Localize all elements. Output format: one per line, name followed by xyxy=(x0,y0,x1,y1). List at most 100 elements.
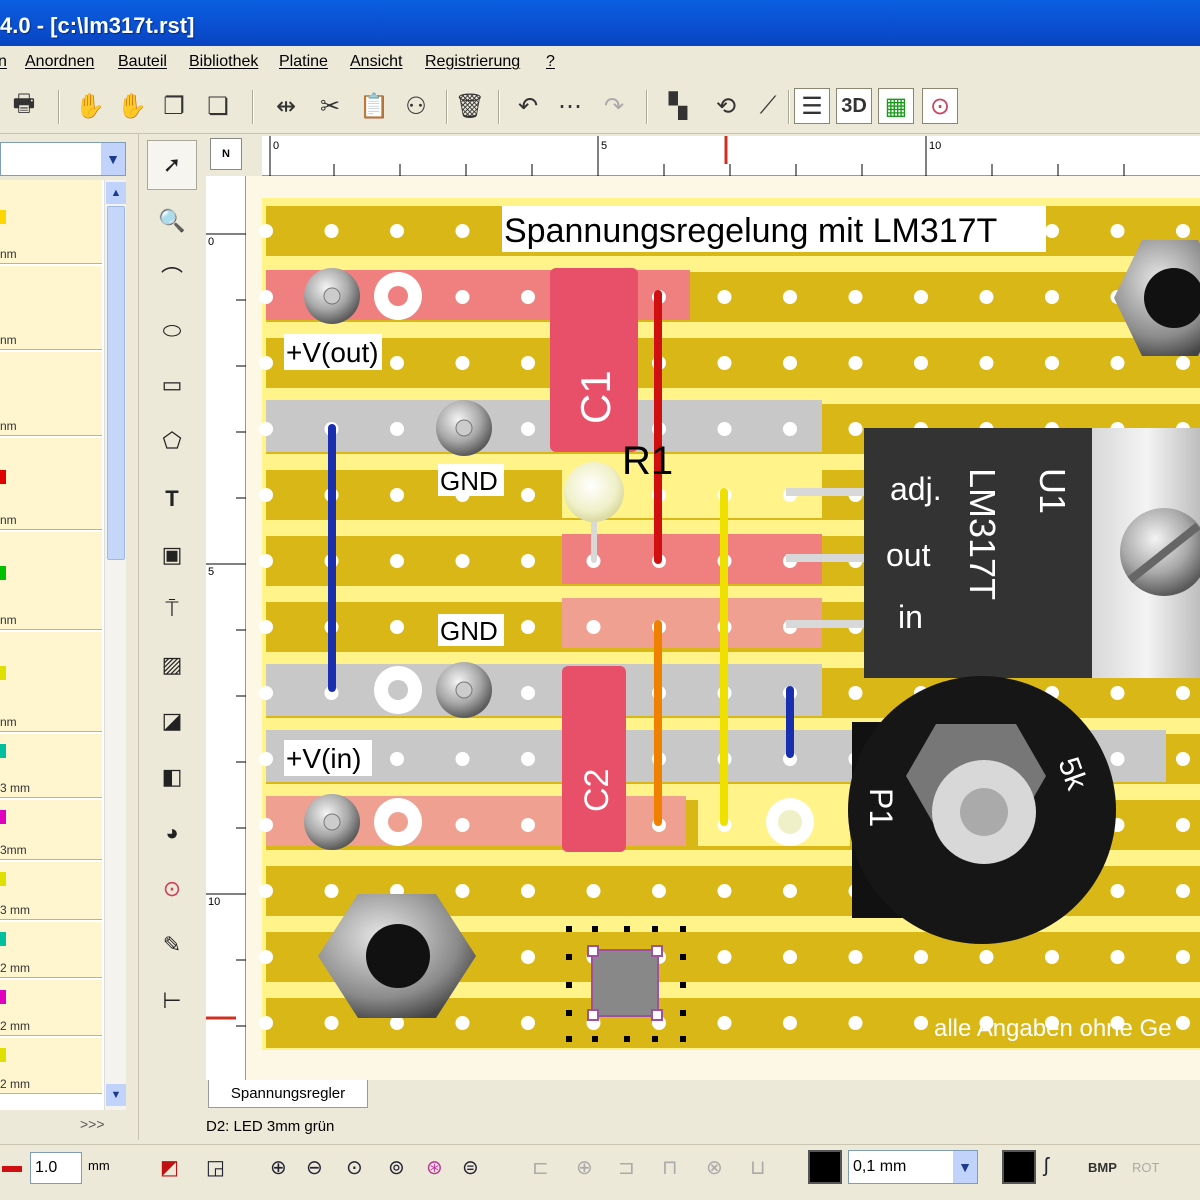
title-bar[interactable]: 4.0 - [c:\lm317t.rst] xyxy=(0,0,1200,46)
redo-icon[interactable]: ↷ xyxy=(596,88,632,124)
polygon-tool-icon[interactable]: ⬠ xyxy=(147,416,197,466)
grid-size-select[interactable]: 0,1 mm ▼ xyxy=(848,1150,978,1184)
undo-icon[interactable]: ↶ xyxy=(510,88,546,124)
zoom-selection-icon[interactable]: ⊚ xyxy=(388,1155,405,1180)
align-bottom-icon[interactable]: ⊔ xyxy=(750,1155,766,1180)
status-bar xyxy=(206,1112,1200,1144)
color-picker-1[interactable] xyxy=(808,1150,842,1184)
zoom-page-icon[interactable]: ⊛ xyxy=(426,1155,443,1180)
strip-hole xyxy=(717,950,732,964)
library-item[interactable]: nm xyxy=(0,438,102,530)
library-item[interactable]: 2 mm xyxy=(0,980,102,1036)
scroll-down-icon[interactable]: ▼ xyxy=(106,1084,126,1106)
north-button[interactable]: N xyxy=(210,138,242,170)
color-picker-2[interactable] xyxy=(1002,1150,1036,1184)
image-tool-icon[interactable]: ▨ xyxy=(147,640,197,690)
dots-icon[interactable]: ⋯ xyxy=(552,88,588,124)
align-top-icon[interactable]: ⊓ xyxy=(662,1155,678,1180)
scroll-up-icon[interactable]: ▲ xyxy=(106,182,126,204)
p1-label: P1 xyxy=(863,788,899,827)
to-back-icon[interactable]: ❏ xyxy=(200,88,236,124)
library-item[interactable]: 2 mm xyxy=(0,922,102,978)
gnd-label-top: GND xyxy=(440,466,498,496)
align-center-icon[interactable]: ⊕ xyxy=(576,1155,593,1180)
chevron-down-icon[interactable]: ▼ xyxy=(953,1151,977,1183)
menu-bauteil[interactable]: Bauteil xyxy=(118,53,167,71)
scroll-thumb[interactable] xyxy=(107,206,125,560)
pin-tool-icon[interactable]: ⍑ xyxy=(147,584,197,634)
hand2-icon[interactable]: ✋ xyxy=(114,88,150,124)
zoom-fit-icon[interactable]: ⊙ xyxy=(346,1155,363,1180)
library-item[interactable]: nm xyxy=(0,632,102,732)
chevron-down-icon[interactable]: ▼ xyxy=(101,143,125,175)
paste-icon[interactable]: 📋 xyxy=(356,88,392,124)
rotate-icon[interactable]: ⟲ xyxy=(708,88,744,124)
to-front-icon[interactable]: ❐ xyxy=(156,88,192,124)
zoom-out-icon[interactable]: ⊖ xyxy=(306,1155,323,1180)
rot-button[interactable]: ROT xyxy=(1132,1160,1159,1175)
measure-icon[interactable]: ⟋ xyxy=(750,88,786,124)
terminal-gnd-top[interactable] xyxy=(436,400,492,456)
measure-tool-icon[interactable]: ⊢ xyxy=(147,976,197,1026)
zoom-previous-icon[interactable]: ⊜ xyxy=(462,1155,479,1180)
text-tool-icon[interactable]: T xyxy=(147,474,197,524)
layers-icon[interactable]: ☰ xyxy=(794,88,830,124)
select-arrow-icon[interactable]: ➚ xyxy=(147,140,197,190)
fill-color-icon[interactable]: ◩ xyxy=(160,1155,179,1180)
align-middle-icon[interactable]: ⊗ xyxy=(706,1155,723,1180)
board-canvas[interactable]: Spannungsregelung mit LM317T C1 C2 R1 +V… xyxy=(246,176,1200,1080)
menu-file[interactable]: n xyxy=(0,53,7,71)
target-icon[interactable]: ⊙ xyxy=(922,88,958,124)
curve-icon[interactable]: ʃ xyxy=(1044,1155,1048,1178)
library-select[interactable]: ▼ xyxy=(0,142,126,176)
fill-tool-icon[interactable]: ◕ xyxy=(147,808,197,858)
library-item[interactable]: nm xyxy=(0,180,102,264)
library-scrollbar[interactable]: ▲ ▼ xyxy=(104,180,126,1110)
print-icon[interactable]: 🖶 xyxy=(6,88,42,124)
grid-icon[interactable]: ▦ xyxy=(878,88,914,124)
library-item[interactable]: 3mm xyxy=(0,800,102,860)
drill-tool-icon[interactable]: ⊙ xyxy=(147,864,197,914)
library-item[interactable]: nm xyxy=(0,352,102,436)
tab-spannungsregler[interactable]: Spannungsregler xyxy=(208,1080,368,1108)
delete-icon[interactable]: 🗑 xyxy=(452,88,488,124)
menu-registrierung[interactable]: Registrierung xyxy=(425,53,520,71)
menu-help[interactable]: ? xyxy=(546,53,555,71)
zoom-in-icon[interactable]: ⊕ xyxy=(270,1155,287,1180)
component-tool-icon[interactable]: ▣ xyxy=(147,530,197,580)
menu-ansicht[interactable]: Ansicht xyxy=(350,53,402,71)
out-label: out xyxy=(886,537,931,573)
track-in xyxy=(562,598,822,648)
align-left-icon[interactable]: ⊏ xyxy=(532,1155,549,1180)
more-button[interactable]: >>> xyxy=(80,1116,105,1132)
library-item[interactable]: nm xyxy=(0,266,102,350)
connector-tool-icon[interactable]: ◧ xyxy=(147,752,197,802)
component-color-icon[interactable]: ◲ xyxy=(206,1155,225,1180)
ellipse-tool-icon[interactable]: ⬭ xyxy=(147,306,197,356)
led-d2[interactable] xyxy=(564,462,624,522)
line-color-icon[interactable]: ▬ xyxy=(2,1155,22,1178)
hand-icon[interactable]: ✋ xyxy=(72,88,108,124)
library-item[interactable]: 3 mm xyxy=(0,862,102,920)
library-item[interactable]: 2 mm xyxy=(0,1038,102,1094)
menu-bibliothek[interactable]: Bibliothek xyxy=(189,53,258,71)
align-right-icon[interactable]: ⊐ xyxy=(618,1155,635,1180)
line-width-input[interactable]: 1.0 xyxy=(30,1152,82,1184)
line-tool-icon[interactable]: ⌒ xyxy=(147,252,197,302)
flip-icon[interactable]: ⇹ xyxy=(268,88,304,124)
menu-platine[interactable]: Platine xyxy=(279,53,328,71)
bmp-button[interactable]: BMP xyxy=(1088,1160,1117,1175)
view-3d-button[interactable]: 3D xyxy=(836,88,872,124)
menu-anordnen[interactable]: Anordnen xyxy=(25,53,94,71)
library-item[interactable]: 3 mm xyxy=(0,734,102,798)
pad-wiper[interactable] xyxy=(766,798,814,846)
zoom-icon[interactable]: 🔍 xyxy=(147,196,197,246)
library-item[interactable]: nm xyxy=(0,532,102,630)
pad-tool-icon[interactable]: ◪ xyxy=(147,696,197,746)
duplicate-icon[interactable]: ⚇ xyxy=(398,88,434,124)
pencil-tool-icon[interactable]: ✎ xyxy=(147,920,197,970)
rectangle-tool-icon[interactable]: ▭ xyxy=(147,360,197,410)
capacitor-c2[interactable] xyxy=(562,666,626,852)
colors-icon[interactable]: ▚ xyxy=(660,88,696,124)
cut-icon[interactable]: ✂ xyxy=(312,88,348,124)
